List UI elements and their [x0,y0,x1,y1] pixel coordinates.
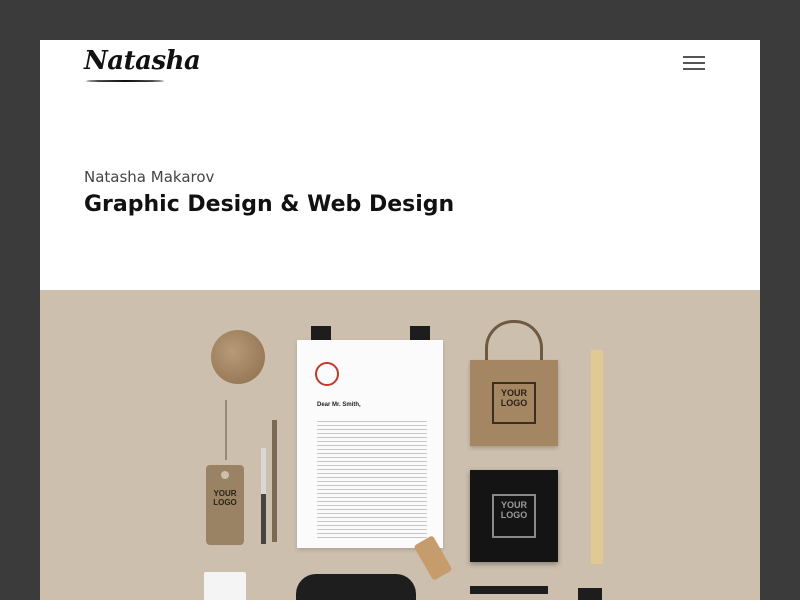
menu-bar [683,56,705,58]
twine-string [225,400,227,460]
branding-mockup-image: YOUR LOGO Dear Mr. Smith, YOUR LOGO YOUR… [40,290,760,600]
hero-section: Natasha Makarov Graphic Design & Web Des… [84,168,454,217]
craft-knife-handle [261,494,266,544]
paper-bag: YOUR LOGO [470,360,558,446]
usb-drive [578,588,602,600]
hero-title: Graphic Design & Web Design [84,192,455,217]
site-logo[interactable]: Natasha [84,46,201,76]
pen [470,586,548,594]
wooden-ruler [591,350,603,564]
page-container: Natasha Natasha Makarov Graphic Design &… [40,40,760,600]
pencil [272,420,277,542]
tag-hole [221,471,229,479]
site-header: Natasha [40,40,760,100]
logo-swash [86,80,164,82]
letterhead-logo [315,362,339,386]
twine-ball [211,330,265,384]
box-logo-text: YOUR LOGO [500,500,528,520]
letter-greeting: Dear Mr. Smith, [317,402,361,408]
tag-logo-text: YOUR LOGO [213,489,237,507]
glasses-case [296,574,416,600]
hang-tag: YOUR LOGO [206,465,244,545]
rubber-stamp [413,535,453,581]
hamburger-menu-icon[interactable] [681,53,707,73]
letter-body-text [317,418,427,538]
menu-bar [683,68,705,70]
business-cards [204,572,246,600]
black-box: YOUR LOGO [470,470,558,562]
letterhead: Dear Mr. Smith, [297,340,443,548]
menu-bar [683,62,705,64]
bag-logo-text: YOUR LOGO [500,388,528,408]
hero-name: Natasha Makarov [84,168,215,186]
